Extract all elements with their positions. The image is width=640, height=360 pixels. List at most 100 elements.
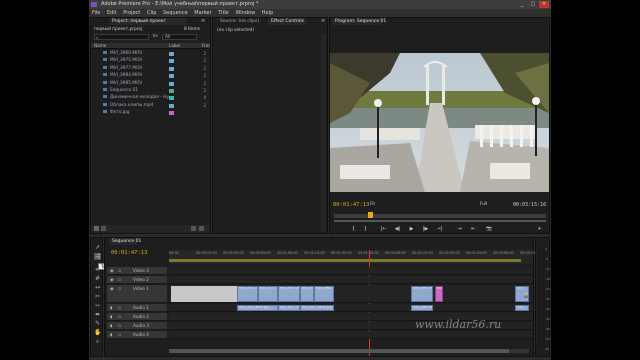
audio-clip[interactable]: MVI_3977.MOV [A] — [278, 305, 300, 311]
lock-icon[interactable]: ▫ — [118, 304, 121, 312]
work-area-bar[interactable] — [169, 259, 521, 262]
lock-icon[interactable]: ▫ — [118, 331, 121, 339]
video-clip[interactable]: MVI_3977.MOV [V] — [258, 286, 278, 302]
project-item[interactable]: Sequence 01 — [93, 87, 209, 94]
menu-edit[interactable]: Edit — [107, 10, 117, 16]
column-name[interactable]: Name — [94, 43, 106, 49]
project-item[interactable]: MVI_3977.MOV — [93, 65, 209, 72]
track-header-a3[interactable]: ◖ ▫ Audio 3 — [107, 322, 167, 330]
new-item-icon[interactable] — [191, 226, 196, 231]
menu-help[interactable]: Help — [262, 10, 273, 16]
eye-icon[interactable]: ◉ — [110, 267, 114, 275]
close-button[interactable]: × — [539, 1, 549, 8]
rate-stretch-tool-icon[interactable]: ↔ — [94, 284, 101, 291]
track-lane-v3[interactable] — [169, 267, 533, 275]
menu-sequence[interactable]: Sequence — [163, 10, 188, 16]
audio-clip[interactable]: MVI_3997.MOV — [411, 305, 433, 311]
lift-button[interactable]: ⇥ — [456, 226, 463, 232]
tab-program[interactable]: Program: Sequence 01 — [332, 18, 386, 25]
pen-tool-icon[interactable]: ✎ — [94, 320, 101, 327]
mark-out-button[interactable]: } — [362, 226, 369, 232]
panel-menu-icon[interactable]: ≡ — [201, 18, 205, 24]
go-to-out-button[interactable]: →| — [436, 226, 443, 232]
scrollbar[interactable] — [321, 34, 326, 232]
menu-project[interactable]: Project — [123, 10, 140, 16]
video-clip[interactable]: MVI_3975.MOV [V] — [237, 286, 258, 302]
mark-in-button[interactable]: { — [350, 226, 357, 232]
trash-icon[interactable] — [199, 226, 204, 231]
search-input[interactable]: ⌕ — [94, 34, 149, 40]
label-color-swatch[interactable] — [169, 103, 174, 108]
rolling-edit-tool-icon[interactable]: # — [94, 275, 101, 282]
audio-clip[interactable]: MVI_3975.MOV [A] — [237, 305, 278, 311]
label-color-swatch[interactable] — [169, 66, 174, 71]
video-clip[interactable]: Фото — [435, 286, 443, 302]
menu-title[interactable]: Title — [218, 10, 229, 16]
icon-view-icon[interactable] — [101, 226, 106, 231]
selection-tool-icon[interactable]: ➚ — [94, 244, 101, 251]
eye-icon[interactable]: ◉ — [110, 276, 114, 284]
minimize-button[interactable]: _ — [517, 1, 527, 8]
export-frame-icon[interactable]: 📷 — [486, 226, 493, 232]
video-clip[interactable]: MVI_ — [515, 286, 529, 302]
slip-tool-icon[interactable]: ⇿ — [94, 302, 101, 309]
label-color-swatch[interactable] — [169, 96, 174, 101]
video-clip-clouds[interactable] — [171, 286, 237, 302]
playhead-line[interactable] — [369, 250, 370, 356]
program-playhead[interactable] — [368, 212, 373, 218]
lock-icon[interactable]: ▫ — [118, 322, 121, 330]
slide-tool-icon[interactable]: ⬌ — [94, 311, 101, 318]
project-item[interactable]: MVI_3995.MOV — [93, 80, 209, 87]
panel-menu-icon[interactable]: ≡ — [321, 18, 325, 24]
track-header-v3[interactable]: ◉ ▫ Video 3 — [107, 267, 167, 275]
project-item[interactable]: Облака клипы.mp4 — [93, 102, 209, 109]
tab-source[interactable]: Source: (no clips) — [217, 18, 267, 25]
video-clip[interactable]: MVI_3997.MOV — [411, 286, 433, 302]
menu-file[interactable]: File — [92, 10, 100, 16]
project-item[interactable]: Фото.jpg — [93, 109, 209, 116]
timeline-timecode[interactable]: 00:01:47:13 — [111, 250, 147, 256]
zoom-scroll-bar[interactable] — [334, 220, 546, 222]
maximize-button[interactable]: □ — [528, 1, 538, 8]
track-header-a1[interactable]: ◖ ▫ Audio 1 — [107, 304, 167, 312]
go-to-in-button[interactable]: |← — [380, 226, 387, 232]
menu-marker[interactable]: Marker — [194, 10, 211, 16]
track-header-a2[interactable]: ◖ ▫ Audio 2 — [107, 313, 167, 321]
zoom-tool-icon[interactable]: ⌕ — [94, 338, 101, 345]
menu-clip[interactable]: Clip — [147, 10, 156, 16]
speaker-icon[interactable]: ◖ — [110, 322, 112, 330]
track-lane-a1[interactable] — [169, 304, 533, 312]
tab-sequence[interactable]: Sequence 01 — [109, 238, 141, 245]
add-button[interactable]: + — [536, 226, 543, 232]
timeline-scrollbar[interactable] — [169, 349, 529, 353]
lock-icon[interactable]: ▫ — [118, 276, 121, 284]
timeline-ruler[interactable]: 00:00 00:00:15:00 00:00:30:00 00:00:45:00 00… — [169, 250, 541, 264]
project-item[interactable]: Динамичная молодая - Ну — [93, 94, 209, 101]
label-color-swatch[interactable] — [169, 81, 174, 86]
menu-window[interactable]: Window — [235, 10, 255, 16]
play-button[interactable]: ▶ — [408, 226, 415, 232]
step-back-button[interactable]: ◀| — [394, 226, 401, 232]
extract-button[interactable]: ⇤ — [470, 226, 477, 232]
project-tab[interactable]: Project: первый проект — [109, 18, 187, 25]
track-header-v2[interactable]: ◉ ▫ Video 2 — [107, 276, 167, 284]
track-lane-a4[interactable] — [169, 331, 533, 339]
speaker-icon[interactable]: ◖ — [110, 313, 112, 321]
list-view-icon[interactable] — [94, 226, 99, 231]
project-item[interactable]: MVI_3960.MOV — [93, 50, 209, 57]
lock-icon[interactable]: ▫ — [118, 285, 121, 293]
project-item[interactable]: MVI_3975.MOV — [93, 57, 209, 64]
track-select-tool-icon[interactable]: ⇶ — [94, 253, 101, 260]
speaker-icon[interactable]: ◖ — [110, 331, 112, 339]
resolution-select[interactable]: Full — [480, 202, 487, 207]
tab-effect-controls[interactable]: Effect Controls — [268, 18, 306, 25]
lock-icon[interactable]: ▫ — [118, 313, 121, 321]
project-item[interactable]: MVI_3994.MOV — [93, 72, 209, 79]
label-color-swatch[interactable] — [169, 89, 174, 93]
program-current-timecode[interactable]: 00:01:47:13 — [333, 202, 369, 208]
lock-icon[interactable]: ▫ — [118, 267, 121, 275]
scroll-thumb[interactable] — [169, 349, 509, 353]
label-color-swatch[interactable] — [169, 74, 174, 79]
step-forward-button[interactable]: |▶ — [422, 226, 429, 232]
hand-tool-icon[interactable]: ✋ — [94, 329, 101, 336]
